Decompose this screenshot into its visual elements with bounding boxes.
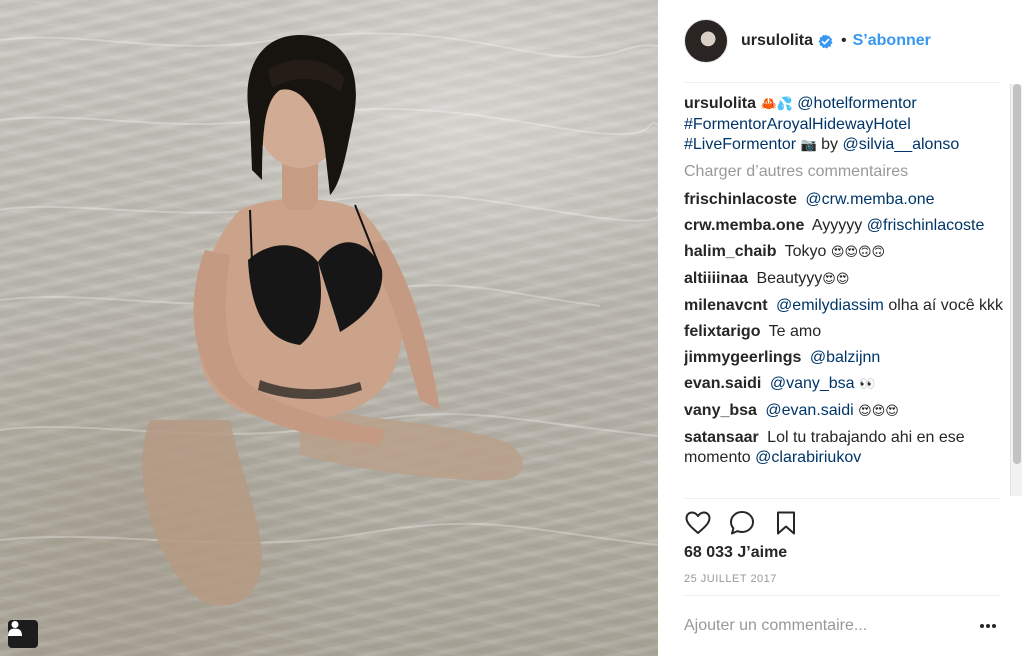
caption-mention[interactable]: @hotelformentor [797, 95, 916, 112]
comment-username[interactable]: halim_chaib [684, 243, 776, 260]
comments-list[interactable]: ursulolita 🦀💦 @hotelformentor #Formentor… [684, 94, 1006, 498]
comment-button[interactable] [728, 509, 756, 537]
caption-mention[interactable]: @silvia__alonso [843, 136, 960, 153]
comment-emoji: 👀 [859, 377, 876, 392]
comment: crw.memba.one Ayyyyy @frischinlacoste [684, 216, 1006, 236]
comment-mention[interactable]: @crw.memba.one [805, 191, 934, 208]
comment-text: olha aí você kkk [888, 297, 1004, 314]
tagged-profile-button[interactable] [8, 620, 38, 648]
comment: altiiiinaa Beautyyy😍😍 [684, 269, 1006, 290]
caption-emoji: 🦀💦 [760, 97, 793, 112]
add-comment-bar [684, 614, 1000, 638]
comment: felixtarigo Te amo [684, 322, 1006, 342]
comment: halim_chaib Tokyo 😍😍🙃🙃 [684, 242, 1006, 263]
like-button[interactable] [684, 509, 712, 537]
comment-mention[interactable]: @evan.saidi [765, 402, 853, 419]
comment-username[interactable]: vany_bsa [684, 402, 757, 419]
comment-input[interactable] [684, 617, 976, 635]
scrollbar-thumb[interactable] [1013, 84, 1021, 464]
caption-hashtag[interactable]: #FormentorAroyalHidewayHotel [684, 116, 911, 133]
divider [684, 498, 1000, 499]
heart-icon [685, 511, 711, 534]
more-options-icon [980, 624, 996, 628]
comment-mention[interactable]: @clarabiriukov [755, 449, 861, 466]
comment-emoji: 😍😍 [822, 272, 850, 287]
post-actions [684, 508, 1000, 538]
comments-scrollbar[interactable] [1010, 84, 1022, 496]
verified-badge-icon [818, 33, 833, 49]
divider [684, 82, 1000, 83]
post-header: ursulolita • S’abonner [684, 18, 1000, 64]
comment-username[interactable]: milenavcnt [684, 297, 768, 314]
comment: milenavcnt @emilydiassim olha aí você kk… [684, 296, 1006, 316]
avatar[interactable] [684, 19, 728, 63]
comment: vany_bsa @evan.saidi 😍😍😍 [684, 401, 1006, 422]
comment: evan.saidi @vany_bsa 👀 [684, 374, 1006, 395]
caption-hashtag[interactable]: #LiveFormentor [684, 136, 796, 153]
header-separator: • [841, 32, 847, 49]
comment-username[interactable]: evan.saidi [684, 375, 761, 392]
comment-username[interactable]: satansaar [684, 429, 759, 446]
comment: jimmygeerlings @balzijnn [684, 348, 1006, 368]
comment-mention[interactable]: @frischinlacoste [867, 217, 985, 234]
comment-text: Tokyo [784, 243, 827, 260]
divider [684, 595, 1000, 596]
comment-mention[interactable]: @vany_bsa [770, 375, 855, 392]
comment-username[interactable]: felixtarigo [684, 323, 760, 340]
caption-emoji: 📷 [800, 138, 817, 153]
comment: frischinlacoste @crw.memba.one [684, 190, 1006, 210]
save-button[interactable] [772, 509, 800, 537]
caption-text: by [821, 136, 839, 153]
comment-username[interactable]: altiiiinaa [684, 270, 748, 287]
comment-emoji: 😍😍🙃🙃 [830, 245, 886, 260]
header-username[interactable]: ursulolita [741, 32, 813, 50]
comment: satansaar Lol tu trabajando ahi en ese m… [684, 428, 1006, 468]
post-caption: ursulolita 🦀💦 @hotelformentor #Formentor… [684, 94, 1006, 156]
comment-username[interactable]: crw.memba.one [684, 217, 804, 234]
comment-username[interactable]: frischinlacoste [684, 191, 797, 208]
post-photo[interactable] [0, 0, 658, 656]
comment-mention[interactable]: @emilydiassim [776, 297, 884, 314]
bookmark-icon [777, 511, 795, 535]
photo-illustration [0, 32, 658, 606]
caption-username[interactable]: ursulolita [684, 95, 756, 112]
likes-count[interactable]: 68 033 J’aime [684, 544, 787, 562]
comment-username[interactable]: jimmygeerlings [684, 349, 801, 366]
comment-icon [730, 511, 754, 535]
comment-text: Beautyyy [756, 270, 823, 287]
comment-text: Ayyyyy [811, 217, 863, 234]
comment-text: Te amo [768, 323, 822, 340]
person-icon [8, 621, 22, 636]
post-side-panel: ursulolita • S’abonner ursulolita 🦀💦 @ho… [658, 0, 1024, 660]
comment-emoji: 😍😍😍 [858, 404, 899, 419]
follow-button[interactable]: S’abonner [853, 32, 931, 50]
post-date[interactable]: 25 JUILLET 2017 [684, 573, 777, 585]
load-more-comments-button[interactable]: Charger d’autres commentaires [684, 162, 1006, 182]
more-options-button[interactable] [976, 614, 1000, 638]
comment-mention[interactable]: @balzijnn [810, 349, 881, 366]
